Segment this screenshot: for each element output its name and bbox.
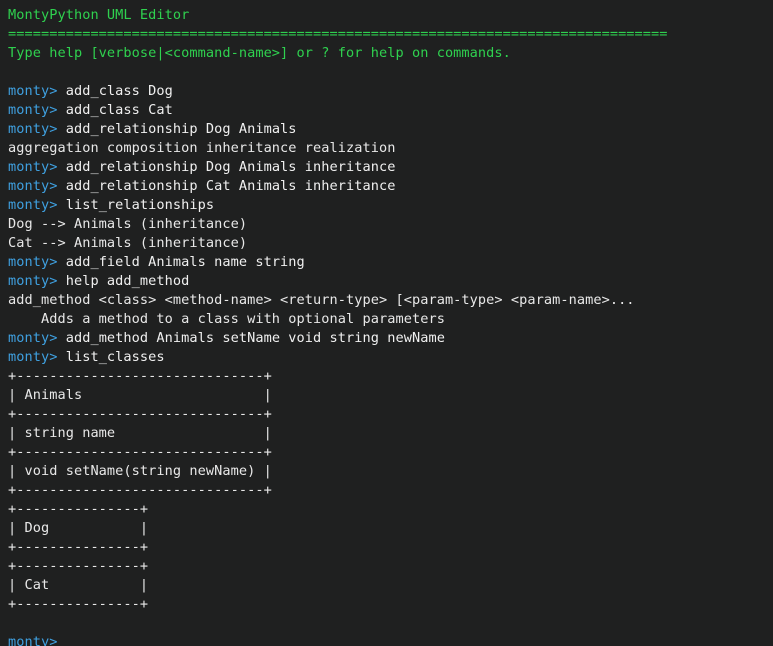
output-text: +---------------+ [8, 539, 149, 555]
terminal-output-line: +------------------------------+ [8, 481, 773, 500]
command-text[interactable]: add_class Cat [57, 102, 173, 118]
shell-prompt: monty> [8, 254, 58, 270]
terminal-command-line: monty> [8, 633, 773, 646]
banner-text: MontyPython UML Editor [8, 7, 190, 23]
terminal-command-line: monty> add_class Cat [8, 101, 773, 120]
output-text: +---------------+ [8, 558, 149, 574]
terminal-command-line: monty> add_method Animals setName void s… [8, 329, 773, 348]
terminal-command-line: monty> add_relationship Dog Animals inhe… [8, 158, 773, 177]
shell-prompt: monty> [8, 102, 58, 118]
command-text[interactable]: add_relationship Cat Animals inheritance [57, 178, 396, 194]
command-text[interactable]: list_classes [57, 349, 165, 365]
output-text: +---------------+ [8, 501, 149, 517]
shell-prompt: monty> [8, 83, 58, 99]
shell-prompt: monty> [8, 197, 58, 213]
terminal-output-line: | Animals | [8, 386, 773, 405]
shell-prompt: monty> [8, 330, 58, 346]
shell-prompt: monty> [8, 159, 58, 175]
output-text: Cat --> Animals (inheritance) [8, 235, 248, 251]
command-text[interactable]: add_relationship Dog Animals [57, 121, 297, 137]
output-text: | Cat | [8, 577, 149, 593]
shell-prompt: monty> [8, 273, 58, 289]
terminal-output-line: +------------------------------+ [8, 367, 773, 386]
command-text[interactable]: add_method Animals setName void string n… [57, 330, 445, 346]
output-text: +------------------------------+ [8, 482, 272, 498]
output-text: | Animals | [8, 387, 272, 403]
terminal-output-line: add_method <class> <method-name> <return… [8, 291, 773, 310]
shell-prompt: monty> [8, 121, 58, 137]
terminal-command-line: monty> add_class Dog [8, 82, 773, 101]
terminal-command-line: monty> list_classes [8, 348, 773, 367]
output-text: | Dog | [8, 520, 149, 536]
terminal-output-line: +---------------+ [8, 595, 773, 614]
terminal-banner-line: ========================================… [8, 25, 773, 44]
terminal-output-line: | Cat | [8, 576, 773, 595]
terminal-output-line: +---------------+ [8, 557, 773, 576]
shell-prompt: monty> [8, 349, 58, 365]
terminal-output-line: | Dog | [8, 519, 773, 538]
banner-text: ========================================… [8, 26, 668, 42]
output-text: +------------------------------+ [8, 406, 272, 422]
banner-text: Type help [verbose|<command-name>] or ? … [8, 45, 511, 61]
output-text: Dog --> Animals (inheritance) [8, 216, 248, 232]
terminal-command-line: monty> help add_method [8, 272, 773, 291]
terminal-command-line: monty> add_relationship Cat Animals inhe… [8, 177, 773, 196]
shell-prompt: monty> [8, 634, 58, 646]
terminal-window[interactable]: MontyPython UML Editor ==================… [0, 0, 773, 646]
terminal-output-line: Adds a method to a class with optional p… [8, 310, 773, 329]
terminal-output-line: +------------------------------+ [8, 405, 773, 424]
command-text[interactable]: add_class Dog [57, 83, 173, 99]
output-text: Adds a method to a class with optional p… [8, 311, 445, 327]
terminal-banner-line: Type help [verbose|<command-name>] or ? … [8, 44, 773, 63]
terminal-output-line: Dog --> Animals (inheritance) [8, 215, 773, 234]
terminal-command-line: monty> list_relationships [8, 196, 773, 215]
terminal-output-line: | string name | [8, 424, 773, 443]
output-text: aggregation composition inheritance real… [8, 140, 396, 156]
command-text[interactable]: list_relationships [57, 197, 214, 213]
command-text[interactable]: add_relationship Dog Animals inheritance [57, 159, 396, 175]
command-text[interactable]: add_field Animals name string [57, 254, 305, 270]
terminal-command-line: monty> add_relationship Dog Animals [8, 120, 773, 139]
terminal-output-line: | void setName(string newName) | [8, 462, 773, 481]
output-text: +------------------------------+ [8, 444, 272, 460]
output-text: | string name | [8, 425, 272, 441]
terminal-output-line: +---------------+ [8, 538, 773, 557]
output-text: | void setName(string newName) | [8, 463, 272, 479]
terminal-output-line: +---------------+ [8, 500, 773, 519]
terminal-output-line: aggregation composition inheritance real… [8, 139, 773, 158]
shell-prompt: monty> [8, 178, 58, 194]
terminal-output-line: Cat --> Animals (inheritance) [8, 234, 773, 253]
command-text[interactable]: help add_method [57, 273, 190, 289]
output-text: +------------------------------+ [8, 368, 272, 384]
output-text: +---------------+ [8, 596, 149, 612]
terminal-command-line: monty> add_field Animals name string [8, 253, 773, 272]
terminal-output-line: +------------------------------+ [8, 443, 773, 462]
terminal-banner-line: MontyPython UML Editor [8, 6, 773, 25]
output-text: add_method <class> <method-name> <return… [8, 292, 635, 308]
terminal-output: MontyPython UML Editor ==================… [8, 6, 773, 646]
